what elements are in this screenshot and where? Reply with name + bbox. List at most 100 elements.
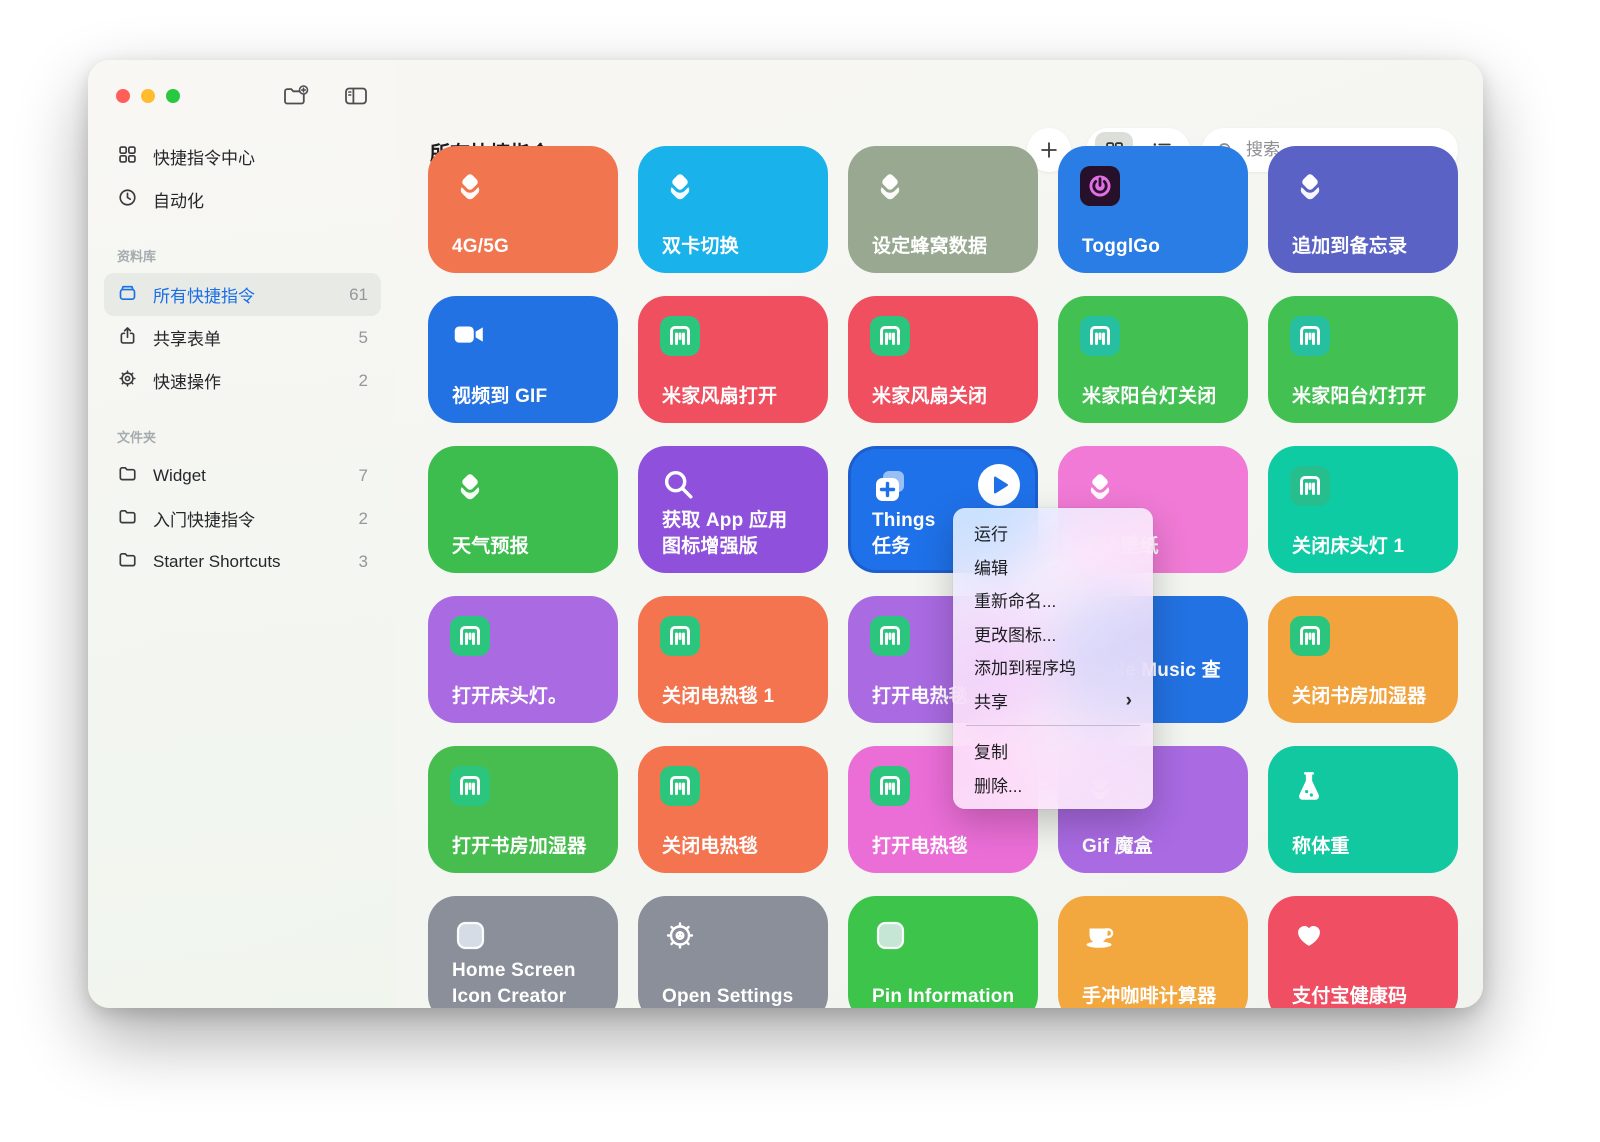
mi-icon bbox=[1290, 466, 1330, 506]
shortcut-tile[interactable]: 追加到备忘录 bbox=[1268, 146, 1458, 273]
mi-icon bbox=[870, 616, 910, 656]
sidebar-item-count: 2 bbox=[359, 371, 368, 391]
sidebar-item-share-sheet[interactable]: 共享表单 5 bbox=[104, 316, 381, 359]
sidebar-item-label: 快捷指令中心 bbox=[153, 144, 255, 169]
tile-label: Pin Information bbox=[872, 984, 1025, 1008]
mi-icon bbox=[660, 766, 700, 806]
shortcut-tile[interactable]: 米家风扇关闭 bbox=[848, 296, 1038, 423]
sidebar-item-folder-getting-started[interactable]: 入门快捷指令2 bbox=[104, 497, 381, 540]
shortcut-tile[interactable]: 打开床头灯。 bbox=[428, 596, 618, 723]
shortcut-tile[interactable]: 关闭电热毯 1 bbox=[638, 596, 828, 723]
shortcut-tile[interactable]: 双卡切换 bbox=[638, 146, 828, 273]
shortcut-tile[interactable]: 设定蜂窝数据 bbox=[848, 146, 1038, 273]
traffic-lights bbox=[116, 89, 180, 103]
tile-label: 米家风扇打开 bbox=[662, 384, 815, 410]
coffee-icon bbox=[1080, 916, 1120, 956]
shortcut-tile[interactable]: 称体重 bbox=[1268, 746, 1458, 873]
tray-icon bbox=[117, 282, 138, 308]
menu-separator bbox=[966, 725, 1140, 726]
shortcut-tile[interactable]: 关闭电热毯 bbox=[638, 746, 828, 873]
gear-icon bbox=[117, 368, 138, 394]
chevron-right-icon: › bbox=[1126, 691, 1132, 710]
mi-icon bbox=[660, 316, 700, 356]
tile-label: TogglGo bbox=[1082, 234, 1235, 260]
sidebar-item-count: 5 bbox=[359, 328, 368, 348]
menu-item-label: 复制 bbox=[974, 738, 1008, 763]
shortcut-tile[interactable]: 米家风扇打开 bbox=[638, 296, 828, 423]
menu-item-delete[interactable]: 删除... bbox=[953, 768, 1153, 802]
shortcut-tile[interactable]: 关闭书房加湿器 bbox=[1268, 596, 1458, 723]
shortcut-tile[interactable]: 关闭床头灯 1 bbox=[1268, 446, 1458, 573]
shortcut-tile[interactable]: 打开书房加湿器 bbox=[428, 746, 618, 873]
shortcut-tile[interactable]: Pin Information bbox=[848, 896, 1038, 1008]
menu-item-duplicate[interactable]: 复制 bbox=[953, 734, 1153, 768]
shortcut-tile[interactable]: 4G/5G bbox=[428, 146, 618, 273]
tile-label: 打开电热毯 bbox=[872, 834, 1025, 860]
sidebar-item-shortcuts-center[interactable]: 快捷指令中心 bbox=[104, 135, 381, 178]
layers-icon bbox=[660, 166, 700, 206]
menu-item-share[interactable]: 共享 › bbox=[953, 684, 1153, 718]
sidebar-item-label: 共享表单 bbox=[153, 325, 221, 350]
sidebar-item-folder-starter-shortcuts[interactable]: Starter Shortcuts3 bbox=[104, 540, 381, 583]
mi-icon bbox=[1290, 616, 1330, 656]
sidebar: 快捷指令中心自动化资料库所有快捷指令61共享表单5快速操作2文件夹Widget7… bbox=[88, 60, 395, 1008]
menu-item-change-icon[interactable]: 更改图标... bbox=[953, 617, 1153, 651]
sidebar-item-count: 61 bbox=[349, 285, 368, 305]
mi-icon bbox=[870, 766, 910, 806]
video-icon bbox=[450, 316, 490, 356]
sidebar-item-automation[interactable]: 自动化 bbox=[104, 178, 381, 221]
menu-item-add-to-dock[interactable]: 添加到程序坞 bbox=[953, 650, 1153, 684]
mi-icon bbox=[450, 616, 490, 656]
folder-icon bbox=[117, 549, 138, 575]
layers-icon bbox=[450, 466, 490, 506]
menu-item-edit[interactable]: 编辑 bbox=[953, 550, 1153, 584]
context-menu: 运行编辑重新命名...更改图标... 添加到程序坞共享 › 复制删除... bbox=[953, 508, 1153, 809]
folder-icon bbox=[117, 463, 138, 489]
sidebar-item-all-shortcuts[interactable]: 所有快捷指令61 bbox=[104, 273, 381, 316]
menu-item-label: 共享 bbox=[974, 688, 1008, 713]
minimize-button[interactable] bbox=[141, 89, 155, 103]
tile-label: Home Screen Icon Creator bbox=[452, 958, 605, 1008]
menu-item-run[interactable]: 运行 bbox=[953, 516, 1153, 550]
sidebar-toggle-icon bbox=[343, 84, 369, 108]
close-button[interactable] bbox=[116, 89, 130, 103]
toggle-sidebar-button[interactable] bbox=[343, 84, 369, 108]
sidebar-item-folder-widget[interactable]: Widget 7 bbox=[104, 454, 381, 497]
menu-item-label: 添加到程序坞 bbox=[974, 654, 1076, 679]
shortcut-tile[interactable]: 获取 App 应用 图标增强版 bbox=[638, 446, 828, 573]
copyplus-icon bbox=[870, 466, 910, 506]
appsquare-icon bbox=[450, 916, 490, 956]
run-shortcut-button[interactable] bbox=[978, 464, 1020, 506]
menu-item-rename[interactable]: 重新命名... bbox=[953, 583, 1153, 617]
shortcut-tile[interactable]: 天气预报 bbox=[428, 446, 618, 573]
clock-icon bbox=[117, 187, 138, 213]
shortcut-tile[interactable]: Open Settings bbox=[638, 896, 828, 1008]
shortcuts-grid: 4G/5G双卡切换设定蜂窝数据 TogglGo 追加到备忘录视频到 GIF 米家风扇打… bbox=[428, 146, 1458, 1008]
sidebar-item-label: Widget bbox=[153, 466, 206, 486]
tile-label: 天气预报 bbox=[452, 534, 605, 560]
menu-item-label: 运行 bbox=[974, 520, 1008, 545]
sidebar-item-count: 7 bbox=[359, 466, 368, 486]
shortcut-tile[interactable]: 米家阳台灯打开 bbox=[1268, 296, 1458, 423]
shortcut-tile[interactable]: TogglGo bbox=[1058, 146, 1248, 273]
zoom-button[interactable] bbox=[166, 89, 180, 103]
sidebar-item-quick-actions[interactable]: 快速操作2 bbox=[104, 359, 381, 402]
shortcut-tile[interactable]: 支付宝健康码 bbox=[1268, 896, 1458, 1008]
tile-label: 设定蜂窝数据 bbox=[872, 234, 1025, 260]
shortcut-tile[interactable]: Home Screen Icon Creator bbox=[428, 896, 618, 1008]
tile-label: Open Settings bbox=[662, 984, 815, 1008]
tile-label: 米家阳台灯打开 bbox=[1292, 384, 1445, 410]
new-folder-button[interactable] bbox=[282, 84, 309, 108]
shortcut-tile[interactable]: 手冲咖啡计算器 bbox=[1058, 896, 1248, 1008]
tile-label: Gif 魔盒 bbox=[1082, 834, 1235, 860]
tile-label: 关闭书房加湿器 bbox=[1292, 684, 1445, 710]
shortcut-tile[interactable]: 米家阳台灯关闭 bbox=[1058, 296, 1248, 423]
tile-label: 关闭电热毯 1 bbox=[662, 684, 815, 710]
tile-label: 手冲咖啡计算器 bbox=[1082, 984, 1235, 1008]
sidebar-section-title: 文件夹 bbox=[104, 402, 381, 454]
shortcut-tile[interactable]: 视频到 GIF bbox=[428, 296, 618, 423]
tile-label: 打开床头灯。 bbox=[452, 684, 605, 710]
tile-label: 米家阳台灯关闭 bbox=[1082, 384, 1235, 410]
tile-label: 视频到 GIF bbox=[452, 384, 605, 410]
menu-item-label: 编辑 bbox=[974, 554, 1008, 579]
